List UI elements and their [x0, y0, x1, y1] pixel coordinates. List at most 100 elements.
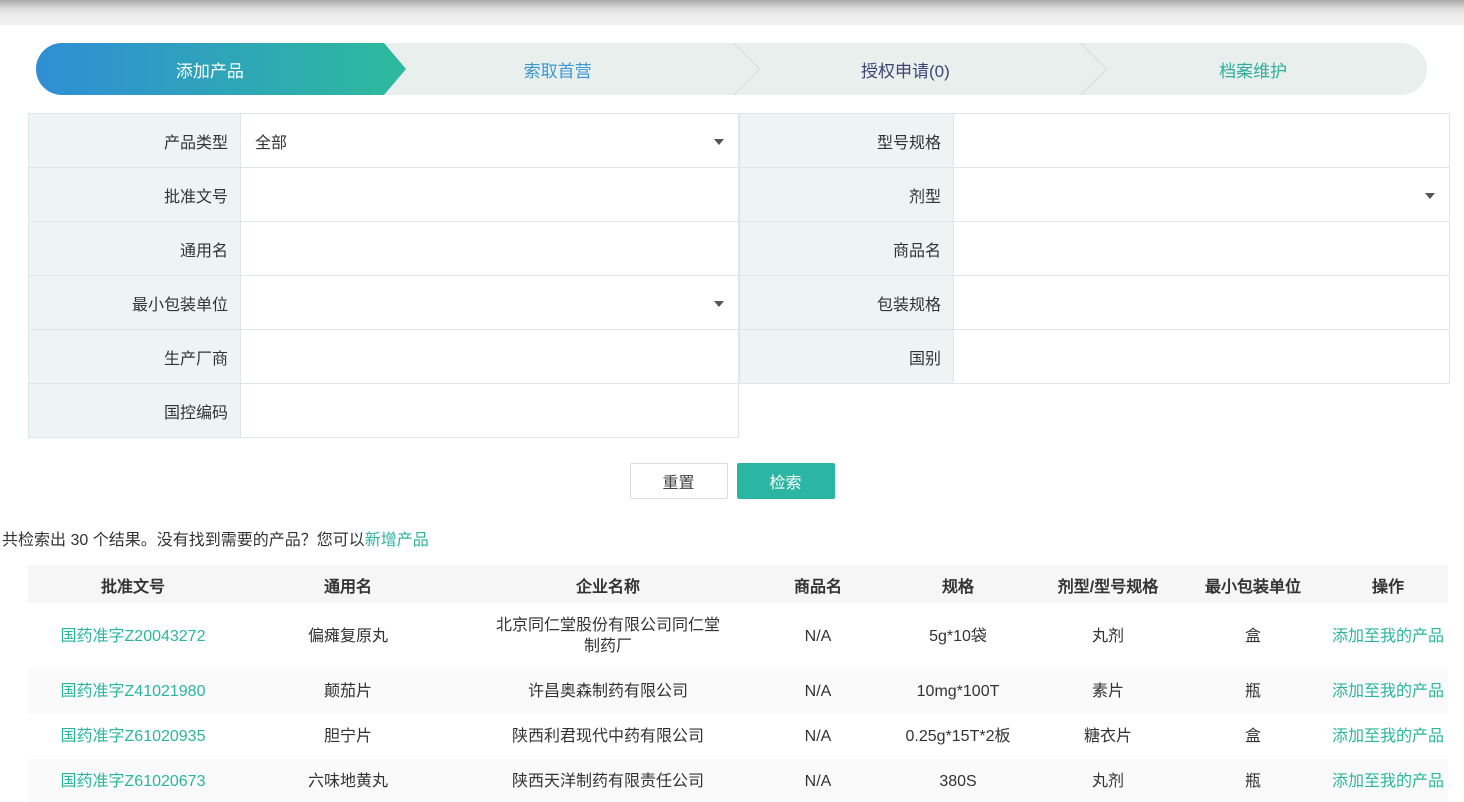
cell-brand-name: N/A — [758, 669, 878, 714]
cell-company: 许昌奥森制药有限公司 — [458, 669, 758, 714]
table-body: 国药准字Z20043272偏瘫复原丸北京同仁堂股份有限公司同仁堂制药厂N/A5g… — [28, 603, 1448, 802]
brand-name-field[interactable] — [968, 240, 1423, 258]
tab-authorization-request[interactable]: 授权申请(0) — [732, 43, 1080, 95]
caret-down-icon — [714, 139, 724, 145]
search-button[interactable]: 检索 — [737, 463, 835, 499]
table-header-col-approval: 批准文号 — [28, 565, 238, 610]
caret-down-icon — [714, 301, 724, 307]
add-new-product-link[interactable]: 新增产品 — [365, 532, 429, 549]
tab-archive-maintenance[interactable]: 档案维护 — [1079, 43, 1427, 95]
cell-generic-name: 颠茄片 — [238, 669, 458, 714]
add-to-my-products-link[interactable]: 添加至我的产品 — [1332, 728, 1444, 745]
results-summary-text: 共检索出 30 个结果。没有找到需要的产品？您可以 — [2, 532, 365, 549]
results-summary: 共检索出 30 个结果。没有找到需要的产品？您可以新增产品 — [0, 531, 1464, 551]
cell-spec: 5g*10袋 — [878, 614, 1038, 659]
form-label-manufacturer: 生产厂商 — [29, 330, 241, 384]
tab-label-archive-maintenance: 档案维护 — [1219, 57, 1287, 82]
results-table: 批准文号通用名企业名称商品名规格剂型/型号规格最小包装单位操作 国药准字Z200… — [28, 565, 1448, 802]
cell-unit: 盒 — [1178, 714, 1328, 759]
search-form-left-column: 产品类型全部批准文号通用名最小包装单位生产厂商国控编码 — [28, 113, 739, 438]
form-label-generic-name: 通用名 — [29, 222, 241, 276]
manufacturer-input[interactable] — [241, 330, 739, 384]
product-type-select[interactable]: 全部 — [241, 114, 739, 168]
form-buttons: 重置 检索 — [0, 463, 1464, 499]
search-form: 产品类型全部批准文号通用名最小包装单位生产厂商国控编码 型号规格剂型商品名包装规… — [28, 113, 1448, 438]
tab-add-product[interactable]: 添加产品 — [36, 43, 384, 95]
table-header-col-action: 操作 — [1328, 565, 1448, 610]
cell-dosage: 糖衣片 — [1038, 714, 1178, 759]
dosage-form-select[interactable] — [954, 168, 1450, 222]
manufacturer-field[interactable] — [255, 348, 712, 366]
approval-link[interactable]: 国药准字Z61020673 — [61, 773, 206, 790]
cell-brand-name: N/A — [758, 714, 878, 759]
model-spec-field[interactable] — [968, 132, 1423, 150]
model-spec-input[interactable] — [954, 114, 1450, 168]
cell-brand-name: N/A — [758, 614, 878, 659]
national-control-code-input[interactable] — [241, 384, 739, 438]
approval-number-input[interactable] — [241, 168, 739, 222]
package-spec-input[interactable] — [954, 276, 1450, 330]
table-row: 国药准字Z20043272偏瘫复原丸北京同仁堂股份有限公司同仁堂制药厂N/A5g… — [28, 603, 1448, 669]
form-label-product-type: 产品类型 — [29, 114, 241, 168]
search-form-right-column: 型号规格剂型商品名包装规格国别 — [739, 113, 1450, 384]
cell-spec: 10mg*100T — [878, 669, 1038, 714]
tab-label-authorization-request: 授权申请(0) — [861, 57, 950, 82]
add-to-my-products-link[interactable]: 添加至我的产品 — [1332, 683, 1444, 700]
cell-approval: 国药准字Z20043272 — [28, 614, 238, 659]
cell-approval: 国药准字Z61020673 — [28, 759, 238, 802]
cell-approval: 国药准字Z61020935 — [28, 714, 238, 759]
table-header-col-generic-name: 通用名 — [238, 565, 458, 610]
cell-unit: 盒 — [1178, 614, 1328, 659]
brand-name-input[interactable] — [954, 222, 1450, 276]
table-header-col-dosage: 剂型/型号规格 — [1038, 565, 1178, 610]
table-header-row: 批准文号通用名企业名称商品名规格剂型/型号规格最小包装单位操作 — [28, 565, 1448, 603]
cell-unit: 瓶 — [1178, 669, 1328, 714]
form-label-national-control-code: 国控编码 — [29, 384, 241, 438]
cell-dosage: 素片 — [1038, 669, 1178, 714]
cell-brand-name: N/A — [758, 759, 878, 802]
min-package-unit-select[interactable] — [241, 276, 739, 330]
form-label-country: 国别 — [740, 330, 954, 384]
top-shadow-bar — [0, 0, 1464, 25]
cell-spec: 380S — [878, 759, 1038, 802]
table-header-col-brand-name: 商品名 — [758, 565, 878, 610]
cell-spec: 0.25g*15T*2板 — [878, 714, 1038, 759]
tab-request-first-business[interactable]: 索取首营 — [384, 43, 732, 95]
approval-number-field[interactable] — [255, 186, 712, 204]
approval-link[interactable]: 国药准字Z41021980 — [61, 683, 206, 700]
cell-action: 添加至我的产品 — [1328, 614, 1448, 659]
cell-dosage: 丸剂 — [1038, 759, 1178, 802]
cell-action: 添加至我的产品 — [1328, 759, 1448, 802]
cell-dosage: 丸剂 — [1038, 614, 1178, 659]
form-label-min-package-unit: 最小包装单位 — [29, 276, 241, 330]
form-label-approval-number: 批准文号 — [29, 168, 241, 222]
table-row: 国药准字Z41021980 颠茄片许昌奥森制药有限公司N/A10mg*100T素片… — [28, 669, 1448, 714]
approval-link[interactable]: 国药准字Z61020935 — [61, 728, 206, 745]
table-header-col-spec: 规格 — [878, 565, 1038, 610]
table-header-col-unit: 最小包装单位 — [1178, 565, 1328, 610]
cell-company: 陕西利君现代中药有限公司 — [458, 714, 758, 759]
stepper-tabs: 添加产品 索取首营 授权申请(0) 档案维护 — [36, 43, 1427, 95]
approval-link[interactable]: 国药准字Z20043272 — [61, 628, 206, 645]
generic-name-field[interactable] — [255, 240, 712, 258]
tab-label-add-product: 添加产品 — [176, 57, 244, 82]
product-type-selected-value: 全部 — [255, 129, 287, 153]
form-label-dosage-form: 剂型 — [740, 168, 954, 222]
add-to-my-products-link[interactable]: 添加至我的产品 — [1332, 773, 1444, 790]
cell-approval: 国药准字Z41021980 — [28, 669, 238, 714]
country-input[interactable] — [954, 330, 1450, 384]
form-label-model-spec: 型号规格 — [740, 114, 954, 168]
add-to-my-products-link[interactable]: 添加至我的产品 — [1332, 628, 1444, 645]
table-row: 国药准字Z61020935胆宁片陕西利君现代中药有限公司N/A0.25g*15T… — [28, 714, 1448, 759]
package-spec-field[interactable] — [968, 294, 1423, 312]
reset-button[interactable]: 重置 — [630, 463, 728, 499]
cell-generic-name: 偏瘫复原丸 — [238, 614, 458, 659]
tab-label-request-first-business: 索取首营 — [524, 57, 592, 82]
form-label-brand-name: 商品名 — [740, 222, 954, 276]
cell-unit: 瓶 — [1178, 759, 1328, 802]
cell-action: 添加至我的产品 — [1328, 669, 1448, 714]
country-field[interactable] — [968, 348, 1423, 366]
cell-generic-name: 六味地黄丸 — [238, 759, 458, 802]
national-control-code-field[interactable] — [255, 402, 712, 420]
generic-name-input[interactable] — [241, 222, 739, 276]
